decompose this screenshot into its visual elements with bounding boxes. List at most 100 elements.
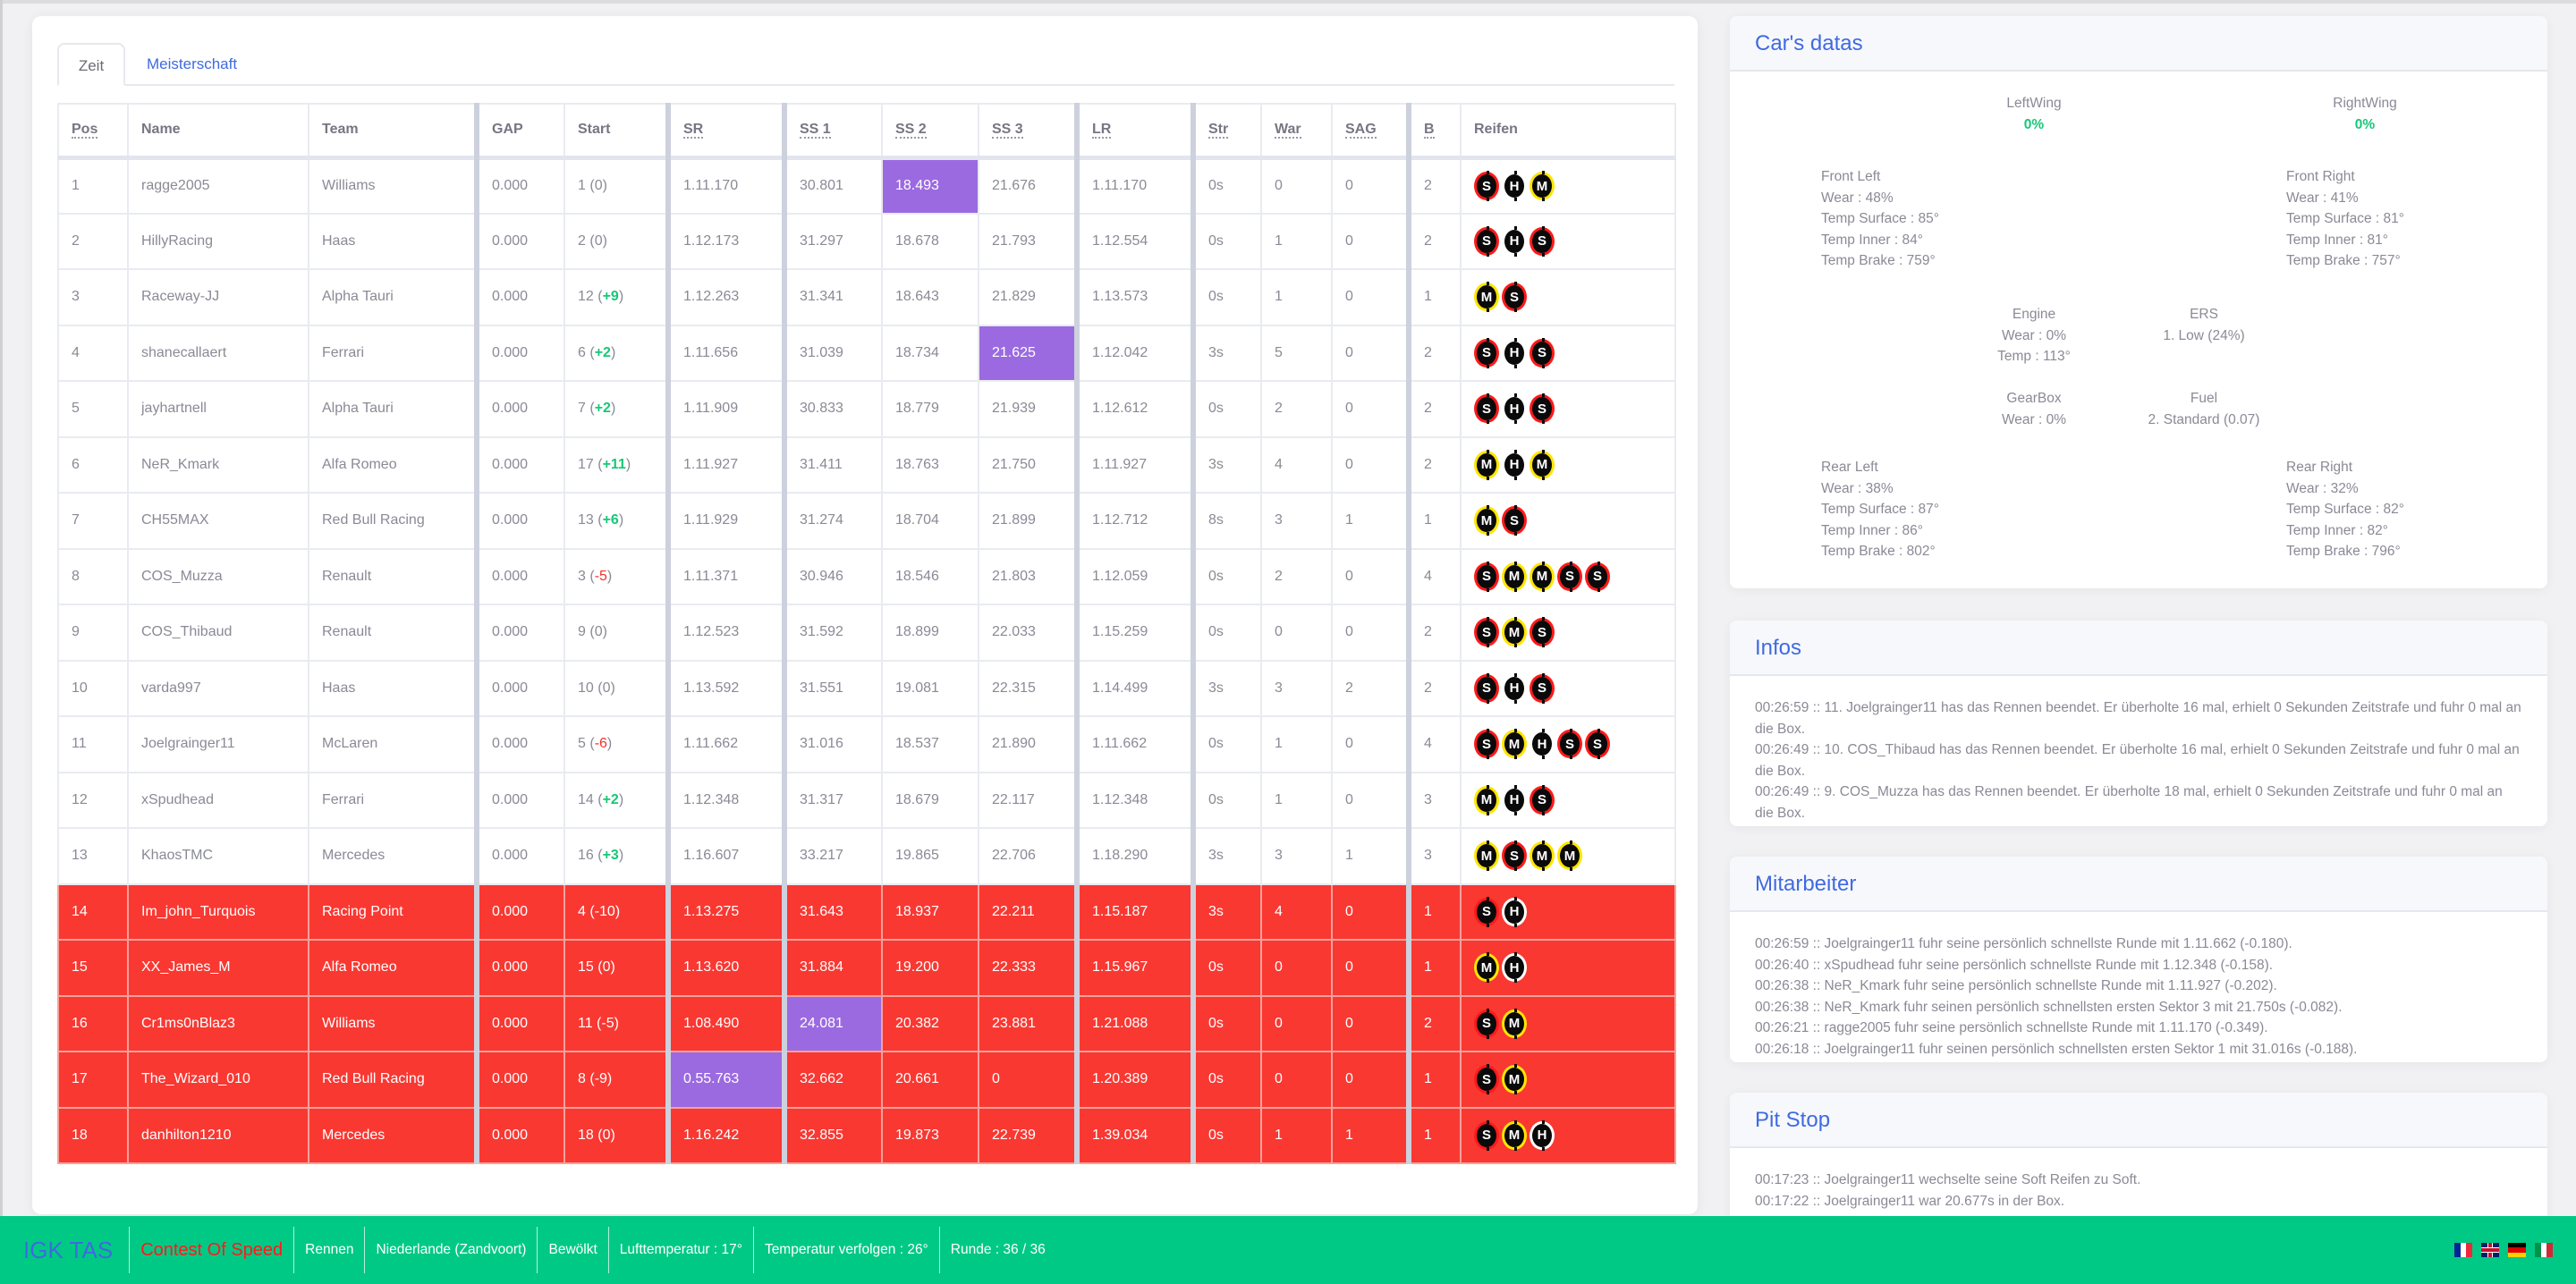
cell-pos: 17 (57, 1051, 129, 1109)
table-row[interactable]: 15 XX_James_M Alfa Romeo 0.000 15 (0) 1.13.62… (57, 939, 1676, 997)
tyre-medium-icon: M (1502, 1119, 1527, 1151)
cell-name[interactable]: CH55MAX (127, 492, 309, 550)
table-row[interactable]: 5 jayhartnell Alpha Tauri 0.000 7 (+2) 1.11.9… (57, 380, 1676, 438)
front-left-wear: Wear : 48% (1821, 190, 1894, 206)
cell-name[interactable]: NeR_Kmark (127, 435, 309, 494)
it-flag-icon[interactable] (2535, 1243, 2554, 1257)
cell-start: 18 (0) (564, 1106, 669, 1164)
uk-flag-icon[interactable] (2481, 1243, 2499, 1257)
cell-sag: 1 (1331, 1106, 1410, 1164)
results-card: Zeit Meisterschaft Pos Name Team GAP Sta… (32, 16, 1698, 1214)
cell-name[interactable]: KhaosTMC (127, 827, 309, 885)
cell-name[interactable]: ragge2005 (127, 156, 309, 215)
pitstop-log[interactable]: 00:17:23 :: Joelgrainger11 wechselte sei… (1730, 1148, 2547, 1227)
cell-b: 1 (1406, 492, 1462, 550)
table-row[interactable]: 18 danhilton1210 Mercedes 0.000 18 (0) 1.16.2… (57, 1106, 1676, 1164)
cell-name[interactable]: Im_john_Turquois (127, 883, 309, 941)
col-ss1[interactable]: SS 1 (782, 103, 883, 160)
cell-lr: 1.18.290 (1074, 827, 1194, 885)
table-row[interactable]: 12 xSpudhead Ferrari 0.000 14 (+2) 1.12.348 31… (57, 771, 1676, 829)
col-str[interactable]: Str (1191, 103, 1262, 160)
table-row[interactable]: 4 shanecallaert Ferrari 0.000 6 (+2) 1.11.656… (57, 324, 1676, 382)
table-row[interactable]: 13 KhaosTMC Mercedes 0.000 16 (+3) 1.16.607 33… (57, 827, 1676, 885)
cell-sr: 1.11.371 (665, 547, 785, 605)
cell-name[interactable]: Raceway-JJ (127, 268, 309, 326)
col-sr[interactable]: SR (665, 103, 785, 160)
cell-name[interactable]: The_Wizard_010 (127, 1051, 309, 1109)
tab-zeit[interactable]: Zeit (57, 43, 125, 86)
tyre-history: SHS (1474, 337, 1662, 368)
cell-war: 1 (1260, 1106, 1333, 1164)
cell-name[interactable]: varda997 (127, 659, 309, 717)
front-right-brake: Temp Brake : 757° (2286, 253, 2401, 268)
cell-team: Alpha Tauri (308, 380, 478, 438)
start-position: 14 (578, 791, 594, 807)
table-row[interactable]: 10 varda997 Haas 0.000 10 (0) 1.13.592 31.551 1… (57, 659, 1676, 717)
cell-ss2: 20.661 (881, 1051, 979, 1109)
cell-pos: 13 (57, 827, 129, 885)
table-row[interactable]: 2 HillyRacing Haas 0.000 2 (0) 1.12.173 31.297… (57, 212, 1676, 270)
table-row[interactable]: 17 The_Wizard_010 Red Bull Racing 0.000 8 (-… (57, 1051, 1676, 1109)
cell-str: 0s (1191, 994, 1262, 1052)
cell-name[interactable]: Joelgrainger11 (127, 715, 309, 773)
cell-name[interactable]: XX_James_M (127, 939, 309, 997)
left-wing-value: 0% (2023, 116, 2045, 132)
start-position: 17 (578, 456, 594, 472)
table-row[interactable]: 11 Joelgrainger11 McLaren 0.000 5 (-6) 1.11.6… (57, 715, 1676, 773)
col-war[interactable]: War (1260, 103, 1333, 160)
infos-panel: Infos 00:26:59 :: 11. Joelgrainger11 has… (1730, 621, 2547, 826)
cell-name[interactable]: COS_Muzza (127, 547, 309, 605)
col-sag[interactable]: SAG (1331, 103, 1410, 160)
cell-pos: 1 (57, 156, 129, 215)
table-row[interactable]: 9 COS_Thibaud Renault 0.000 9 (0) 1.12.523 31.… (57, 604, 1676, 662)
col-b[interactable]: B (1406, 103, 1462, 160)
tyre-soft-icon: S (1474, 561, 1499, 592)
cell-name[interactable]: HillyRacing (127, 212, 309, 270)
engine-label: Engine (2012, 307, 2056, 322)
cell-name[interactable]: shanecallaert (127, 324, 309, 382)
tyre-medium-icon: M (1474, 505, 1499, 536)
cell-start: 17 (+11) (564, 435, 669, 494)
cell-war: 4 (1260, 883, 1333, 941)
cell-name[interactable]: Cr1ms0nBlaz3 (127, 994, 309, 1052)
col-ss2[interactable]: SS 2 (881, 103, 979, 160)
cell-name[interactable]: jayhartnell (127, 380, 309, 438)
tyre-medium-icon: M (1557, 841, 1582, 872)
cell-tyres: SMH (1460, 1106, 1676, 1164)
cell-name[interactable]: danhilton1210 (127, 1106, 309, 1164)
table-header-row: Pos Name Team GAP Start SR SS 1 SS 2 SS … (57, 103, 1676, 160)
col-pos[interactable]: Pos (57, 103, 129, 160)
table-row[interactable]: 3 Raceway-JJ Alpha Tauri 0.000 12 (+9) 1.12.2… (57, 268, 1676, 326)
cell-team: Mercedes (308, 1106, 478, 1164)
col-ss3[interactable]: SS 3 (978, 103, 1078, 160)
fuel-block: Fuel 2. Standard (0.07) (2106, 388, 2302, 430)
cell-name[interactable]: COS_Thibaud (127, 604, 309, 662)
mitarbeiter-panel: Mitarbeiter 00:26:59 :: Joelgrainger11 f… (1730, 857, 2547, 1062)
cell-war: 0 (1260, 939, 1333, 997)
cell-pos: 4 (57, 324, 129, 382)
table-row[interactable]: 8 COS_Muzza Renault 0.000 3 (-5) 1.11.371 30.9… (57, 547, 1676, 605)
table-row[interactable]: 6 NeR_Kmark Alfa Romeo 0.000 17 (+11) 1.11.92… (57, 435, 1676, 494)
front-right-wear: Wear : 41% (2286, 190, 2359, 206)
cell-b: 4 (1406, 547, 1462, 605)
cell-pos: 3 (57, 268, 129, 326)
tyre-soft-icon: S (1557, 561, 1582, 592)
track-name: Niederlande (Zandvoort) (364, 1227, 537, 1273)
table-row[interactable]: 16 Cr1ms0nBlaz3 Williams 0.000 11 (-5) 1.08.4… (57, 994, 1676, 1052)
table-row[interactable]: 14 Im_john_Turquois Racing Point 0.000 4 (-1… (57, 883, 1676, 941)
table-row[interactable]: 1 ragge2005 Williams 0.000 1 (0) 1.11.170 30.8… (57, 156, 1676, 215)
de-flag-icon[interactable] (2508, 1243, 2526, 1257)
fr-flag-icon[interactable] (2454, 1243, 2473, 1257)
brand-logo[interactable]: IGK TAS (0, 1227, 129, 1273)
tyre-hard-icon: H (1502, 952, 1527, 984)
col-lr[interactable]: LR (1074, 103, 1194, 160)
infos-log[interactable]: 00:26:59 :: 11. Joelgrainger11 has das R… (1730, 676, 2547, 826)
mitarbeiter-log[interactable]: 00:26:59 :: Joelgrainger11 fuhr seine pe… (1730, 912, 2547, 1062)
tab-meisterschaft[interactable]: Meisterschaft (125, 43, 258, 86)
tyre-hard-icon: H (1502, 171, 1527, 201)
table-row[interactable]: 7 CH55MAX Red Bull Racing 0.000 13 (+6) 1.11.… (57, 492, 1676, 550)
cell-name[interactable]: xSpudhead (127, 771, 309, 829)
col-gap: GAP (474, 103, 565, 160)
position-delta: +2 (594, 401, 611, 417)
tyre-history: SHS (1474, 393, 1662, 425)
